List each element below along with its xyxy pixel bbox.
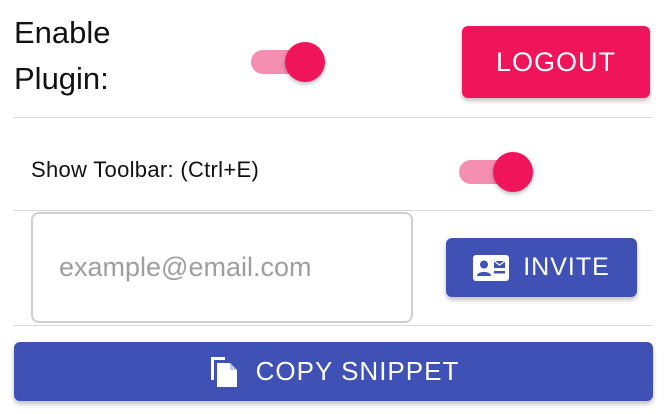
contact-card-icon bbox=[473, 254, 510, 281]
invite-button[interactable]: INVITE bbox=[446, 238, 637, 297]
copy-snippet-button[interactable]: COPY SNIPPET bbox=[14, 342, 653, 401]
copy-icon bbox=[208, 354, 240, 390]
enable-plugin-toggle[interactable] bbox=[251, 40, 327, 84]
logout-button[interactable]: LOGOUT bbox=[462, 26, 650, 98]
invite-button-label: INVITE bbox=[523, 253, 610, 281]
copy-snippet-button-label: COPY SNIPPET bbox=[255, 356, 460, 386]
show-toolbar-toggle[interactable] bbox=[459, 150, 535, 194]
divider bbox=[14, 325, 653, 326]
show-toolbar-label: Show Toolbar: (Ctrl+E) bbox=[31, 157, 260, 182]
invite-email-input[interactable] bbox=[31, 212, 413, 323]
logout-button-label: LOGOUT bbox=[495, 46, 616, 77]
divider bbox=[14, 210, 653, 211]
settings-panel: Enable Plugin: LOGOUT Show Toolbar: (Ctr… bbox=[0, 0, 667, 414]
divider bbox=[14, 117, 653, 118]
toggle-thumb bbox=[493, 152, 533, 192]
toggle-thumb bbox=[285, 42, 325, 82]
enable-plugin-label: Enable Plugin: bbox=[14, 15, 111, 96]
